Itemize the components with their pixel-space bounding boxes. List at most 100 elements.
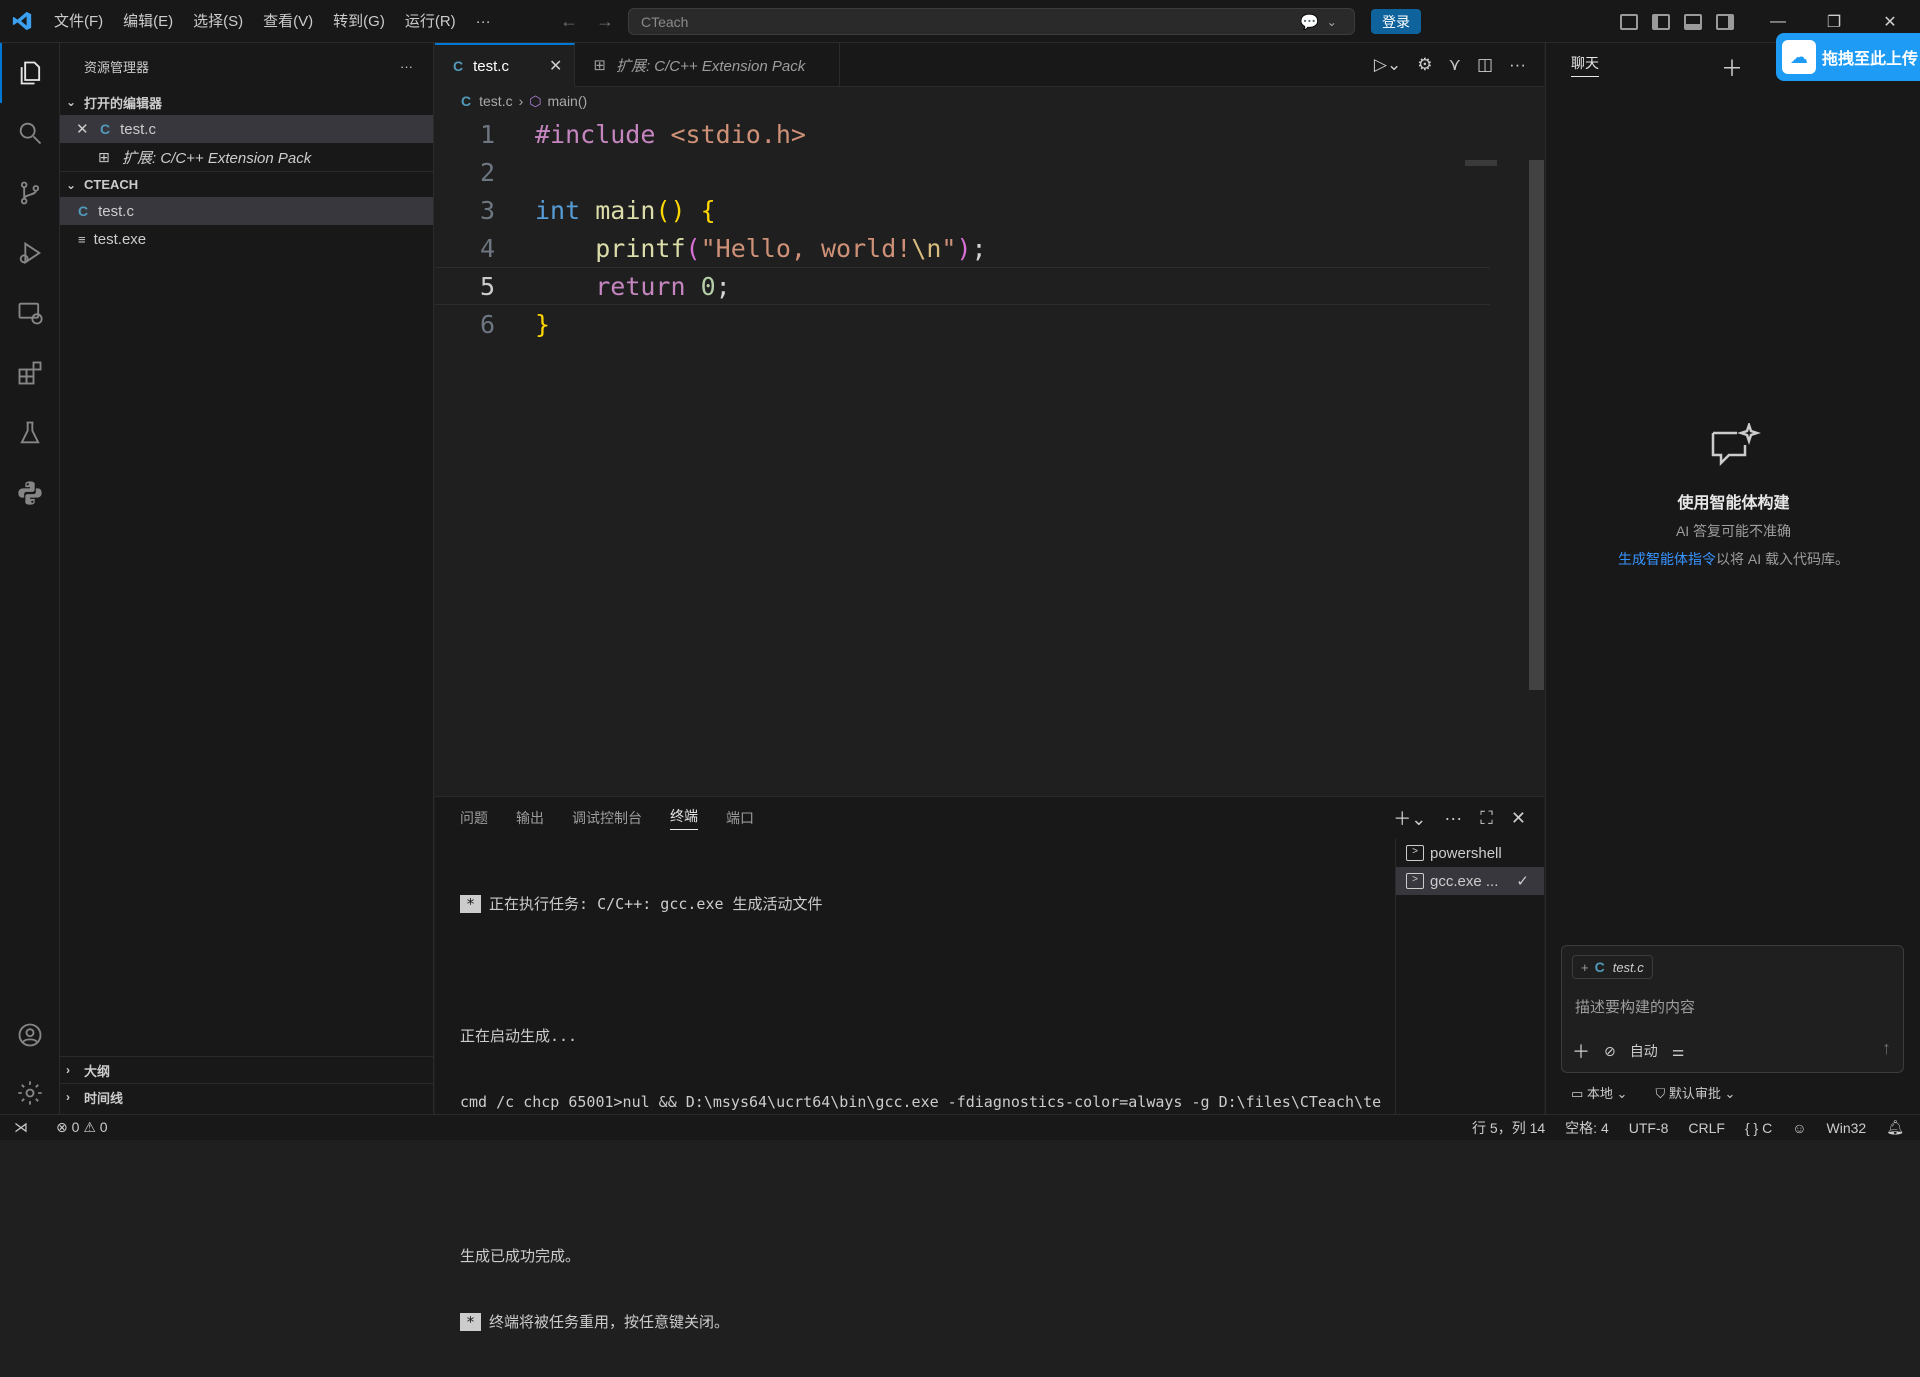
customize-layout-icon[interactable] (1620, 13, 1638, 30)
gear-icon[interactable]: ⚙ (1417, 55, 1432, 75)
testing-icon[interactable] (0, 403, 60, 463)
more-actions-icon[interactable]: ··· (1444, 808, 1462, 829)
file-item[interactable]: ≡ test.exe (60, 225, 433, 253)
tools-icon[interactable]: ⊘ (1604, 1043, 1616, 1060)
cursor-position[interactable]: 行 5，列 14 (1472, 1118, 1545, 1138)
menu-file[interactable]: 文件(F) (44, 0, 113, 43)
tab-problems[interactable]: 问题 (460, 808, 488, 828)
remote-explorer-icon[interactable] (0, 283, 60, 343)
menu-run[interactable]: 运行(R) (395, 0, 466, 43)
new-terminal-icon[interactable]: ＋⌄ (1393, 805, 1426, 831)
chevron-down-icon[interactable]: ⌄ (1327, 15, 1337, 29)
python-icon[interactable] (0, 463, 60, 523)
terminal-item-powershell[interactable]: > powershell (1396, 839, 1544, 867)
tab-extension-pack[interactable]: ⊞ 扩展: C/C++ Extension Pack (575, 43, 841, 87)
restore-icon[interactable]: ❐ (1806, 12, 1862, 32)
terminal-output[interactable]: * 正在执行任务: C/C++: gcc.exe 生成活动文件 正在启动生成...… (460, 849, 1390, 1377)
copilot-status-icon[interactable]: ☺ (1792, 1120, 1806, 1136)
minimize-icon[interactable]: — (1750, 13, 1806, 31)
more-actions-icon[interactable]: ··· (1509, 55, 1526, 75)
tab-ports[interactable]: 端口 (726, 808, 754, 828)
indentation[interactable]: 空格: 4 (1565, 1118, 1609, 1138)
folder-header[interactable]: ⌄ CTEACH (60, 171, 433, 197)
menu-go[interactable]: 转到(G) (323, 0, 395, 43)
open-editors-header[interactable]: ⌄ 打开的编辑器 (60, 89, 433, 115)
tab-test-c[interactable]: C test.c ✕ (435, 43, 576, 87)
send-arrow-icon[interactable]: ↑ (1882, 1038, 1891, 1059)
line-number: 5 (479, 271, 495, 301)
generate-instructions-link[interactable]: 生成智能体指令 (1618, 551, 1716, 567)
minimap[interactable] (1465, 160, 1497, 166)
open-editor-item[interactable]: ✕ C test.c (60, 115, 433, 143)
run-debug-icon[interactable] (0, 223, 60, 283)
add-context-icon[interactable]: + (1581, 960, 1589, 975)
maximize-panel-icon[interactable]: ⛶ (1480, 808, 1493, 829)
tab-output[interactable]: 输出 (516, 808, 544, 828)
language-mode[interactable]: { } C (1745, 1120, 1772, 1136)
timeline-header[interactable]: › 时间线 (60, 1084, 434, 1110)
task-star-icon: * (460, 1313, 482, 1331)
back-arrow-icon[interactable]: ← (560, 11, 578, 32)
toggle-panel-icon[interactable] (1684, 13, 1702, 30)
notifications-bell-icon[interactable]: 🔔︎ (1886, 1119, 1904, 1136)
breadcrumb: C test.c › ⬡ main() (435, 87, 1544, 115)
outline-header[interactable]: › 大纲 (60, 1057, 434, 1083)
breadcrumb-symbol[interactable]: main() (548, 93, 588, 109)
upload-drop-badge[interactable]: ☁ 拖拽至此上传 (1776, 33, 1920, 81)
search-icon[interactable] (0, 103, 60, 163)
terminal-item-gcc[interactable]: > gcc.exe ... ✓ (1396, 867, 1544, 895)
close-window-icon[interactable]: ✕ (1862, 12, 1918, 32)
chat-title[interactable]: 聊天 (1571, 53, 1599, 77)
tab-debug-console[interactable]: 调试控制台 (572, 808, 642, 828)
close-tab-icon[interactable]: ✕ (549, 56, 562, 76)
file-item[interactable]: C test.c (60, 197, 433, 225)
vertical-scrollbar[interactable] (1529, 160, 1544, 690)
extensions-icon[interactable] (0, 343, 60, 403)
menu-edit[interactable]: 编辑(E) (113, 0, 183, 43)
code-editor[interactable]: 1 #include <stdio.h> 2 3 int main() { 4 … (435, 115, 1544, 343)
toggle-secondary-sidebar-icon[interactable] (1716, 13, 1734, 30)
approval-picker[interactable]: ⛉ 默认审批 ⌄ (1655, 1083, 1735, 1102)
mode-picker[interactable]: 自动 (1630, 1041, 1658, 1061)
line-ending[interactable]: CRLF (1688, 1120, 1725, 1136)
open-editor-item[interactable]: ⊞ 扩展: C/C++ Extension Pack (60, 143, 433, 171)
chat-input-box: + C test.c 描述要构建的内容 ＋ ⊘ 自动 ⚌ ↑ (1561, 945, 1904, 1073)
menu-more[interactable]: ··· (466, 0, 501, 43)
copilot-chat-icon[interactable]: 💬 (1300, 13, 1319, 31)
code-token: <stdio.h> (670, 119, 806, 149)
code-token: return (595, 271, 686, 301)
tab-terminal[interactable]: 终端 (670, 806, 698, 830)
close-panel-icon[interactable]: ✕ (1511, 808, 1526, 829)
breadcrumb-file[interactable]: test.c (479, 93, 512, 109)
new-chat-icon[interactable]: ＋ (1721, 51, 1743, 83)
account-icon[interactable] (0, 1005, 60, 1065)
chat-input-field[interactable]: 描述要构建的内容 (1575, 996, 1695, 1017)
code-token: ) (956, 233, 972, 263)
context-chip[interactable]: + C test.c (1572, 955, 1653, 979)
settings-sliders-icon[interactable]: ⚌ (1672, 1043, 1685, 1060)
more-actions-icon[interactable]: ··· (400, 59, 413, 74)
local-picker[interactable]: ▭ 本地 ⌄ (1571, 1083, 1627, 1102)
run-debug-icon[interactable]: ▷⌄ (1374, 55, 1401, 75)
explorer-icon[interactable] (0, 43, 60, 103)
split-editor-icon[interactable]: ◫ (1477, 55, 1493, 75)
source-control-icon[interactable] (0, 163, 60, 223)
compare-icon[interactable]: ⋎ (1449, 55, 1461, 75)
encoding[interactable]: UTF-8 (1629, 1120, 1669, 1136)
platform[interactable]: Win32 (1827, 1120, 1867, 1136)
login-button[interactable]: 登录 (1371, 9, 1421, 34)
code-token: { (700, 195, 716, 225)
command-center-search[interactable]: CTeach (628, 8, 1355, 35)
toggle-primary-sidebar-icon[interactable] (1652, 13, 1670, 30)
add-icon[interactable]: ＋ (1572, 1038, 1590, 1064)
remote-indicator-icon[interactable]: ⋊ (14, 1119, 28, 1136)
copilot-menu[interactable]: 💬 ⌄ (1300, 9, 1337, 34)
function-symbol-icon: ⬡ (529, 92, 542, 109)
menu-view[interactable]: 查看(V) (253, 0, 323, 43)
forward-arrow-icon[interactable]: → (596, 11, 614, 32)
problems-indicator[interactable]: ⊗ 0 ⚠ 0 (56, 1119, 108, 1136)
close-icon[interactable]: ✕ (76, 120, 100, 138)
folder-label: CTEACH (84, 177, 139, 192)
menu-selection[interactable]: 选择(S) (183, 0, 253, 43)
file-label: test.c (98, 202, 134, 220)
